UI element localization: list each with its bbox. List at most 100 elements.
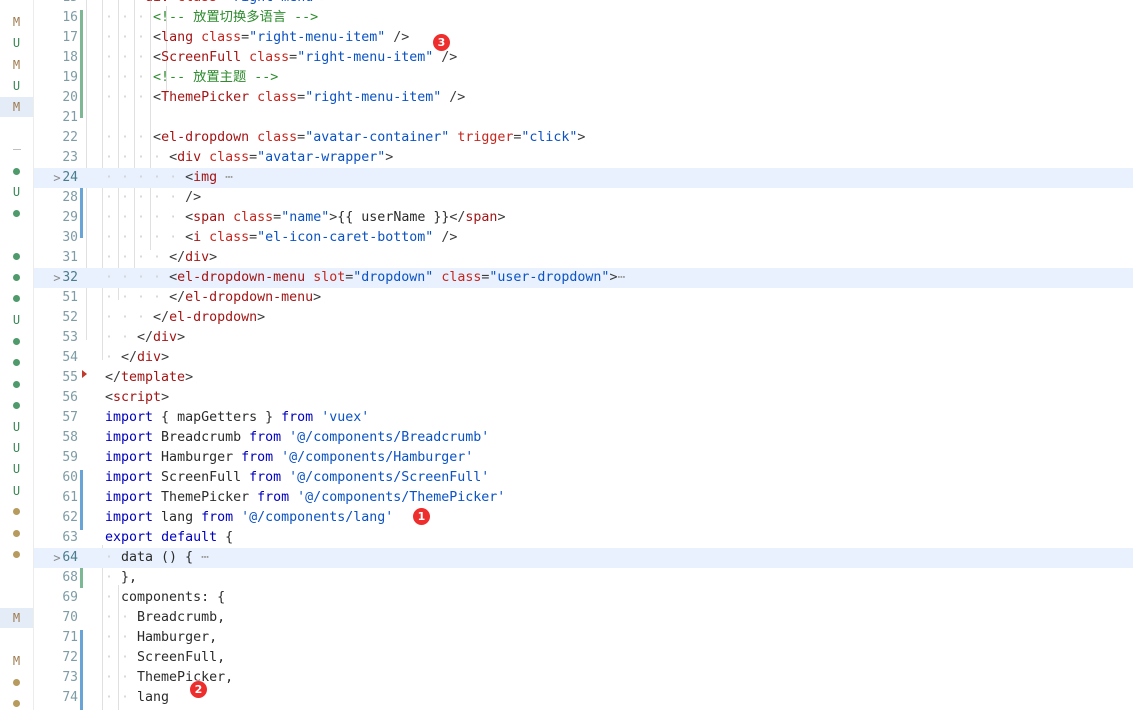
decoration-letter-u: U (12, 313, 21, 328)
code-text: · · · <!-- 放置主题 --> (105, 70, 279, 85)
dot-icon (13, 295, 20, 303)
line-number: 71 (62, 630, 78, 645)
code-line[interactable]: 29 · · · · · <span class="name">{{ userNa… (34, 208, 1133, 228)
decoration-dot-icon (0, 332, 33, 352)
decoration-letter-m: M (12, 15, 21, 29)
code-line[interactable]: 57 import { mapGetters } from 'vuex' (34, 408, 1133, 428)
code-text: · · · <el-dropdown class="avatar-contain… (105, 130, 586, 145)
decoration-dot-icon (0, 694, 33, 710)
code-line[interactable]: 17 · · · <lang class="right-menu-item" /> (34, 28, 1133, 48)
code-line[interactable]: 54 · </div> (34, 348, 1133, 368)
code-line[interactable]: 18 · · · <ScreenFull class="right-menu-it… (34, 48, 1133, 68)
dot-icon (13, 551, 20, 558)
decoration-letter-u: U (12, 36, 21, 51)
code-text: · · · </el-dropdown> (105, 310, 266, 325)
code-text: · · · <!-- 放置切换多语言 --> (105, 10, 319, 25)
decoration-dash-icon (0, 140, 33, 160)
code-line[interactable]: 61 import ThemePicker from '@/components/… (34, 488, 1133, 508)
line-number: 19 (62, 70, 78, 85)
decoration-blank (0, 119, 33, 139)
code-line[interactable]: 58 import Breadcrumb from '@/components/B… (34, 428, 1133, 448)
line-number: 31 (62, 250, 78, 265)
line-number: 54 (62, 350, 78, 365)
code-text: import { mapGetters } from 'vuex' (105, 410, 370, 425)
code-text: import ScreenFull from '@/components/Scr… (105, 470, 490, 485)
code-text: · · lang (105, 690, 170, 705)
code-text: · · </div> (105, 330, 186, 345)
code-text: · · · · <div class="avatar-wrapper"> (105, 150, 394, 165)
line-number: 58 (62, 430, 78, 445)
code-line[interactable]: 19 · · · <!-- 放置主题 --> (34, 68, 1133, 88)
code-text: · </div> (105, 350, 170, 365)
code-text: · · ThemePicker, (105, 670, 234, 685)
line-number: 72 (62, 650, 78, 665)
code-line[interactable]: 30 · · · · · <i class="el-icon-caret-bott… (34, 228, 1133, 248)
decoration-letter-u: U (12, 441, 21, 455)
code-line[interactable]: 52 · · · </el-dropdown> (34, 308, 1133, 328)
decoration-blank (0, 630, 33, 650)
code-line[interactable]: 56 <script> (34, 388, 1133, 408)
dot-icon (13, 529, 20, 537)
decoration-letter-u: U (12, 185, 21, 200)
code-line[interactable]: 28 · · · · · /> (34, 188, 1133, 208)
dot-icon (13, 252, 20, 260)
code-line[interactable]: 21 (34, 108, 1133, 128)
editor-surface[interactable]: 15 · · <div class="right-menu"> 16 · · · <!… (34, 0, 1133, 710)
overview-decoration-strip[interactable]: MUMUMUUUUUUMM (0, 0, 33, 710)
code-line[interactable]: 24 > · · · · · <img ⋯ (34, 168, 1133, 188)
code-line[interactable]: 68 · }, (34, 568, 1133, 588)
code-line[interactable]: 55 </template> (34, 368, 1133, 388)
code-text: import ThemePicker from '@/components/Th… (105, 490, 506, 505)
code-line[interactable]: 70 · · Breadcrumb, (34, 608, 1133, 628)
decoration-letter-m: M (0, 97, 33, 118)
code-text: · · · · </div> (105, 250, 218, 265)
decoration-letter-u: U (12, 78, 21, 93)
line-number: 62 (62, 510, 78, 525)
annotation-badge-1: 1 (413, 508, 430, 525)
line-number: 53 (62, 330, 78, 345)
decoration-blank (0, 566, 33, 586)
decoration-dot-icon (0, 246, 33, 266)
code-line[interactable]: 60 import ScreenFull from '@/components/S… (34, 468, 1133, 488)
code-line[interactable]: 15 · · <div class="right-menu"> (34, 0, 1133, 8)
dot-icon (13, 274, 20, 282)
code-line[interactable]: 51 · · · · </el-dropdown-menu> (34, 288, 1133, 308)
code-line[interactable]: 32 > · · · · <el-dropdown-menu slot="dropd… (34, 268, 1133, 288)
fold-chevron-icon[interactable]: > (50, 268, 64, 288)
code-text: · · · <ThemePicker class="right-menu-ite… (105, 90, 466, 105)
decoration-letter-m: M (12, 654, 21, 668)
decoration-dot-icon (0, 523, 33, 543)
line-number: 55 (62, 370, 78, 385)
code-line[interactable]: 16 · · · <!-- 放置切换多语言 --> (34, 8, 1133, 28)
line-number: 17 (62, 30, 78, 45)
code-line[interactable]: 22 · · · <el-dropdown class="avatar-conta… (34, 128, 1133, 148)
code-line[interactable]: 20 · · · <ThemePicker class="right-menu-i… (34, 88, 1133, 108)
code-line[interactable]: 63 export default { (34, 528, 1133, 548)
code-text: · data () { ⋯ (105, 550, 210, 565)
line-number: 18 (62, 50, 78, 65)
code-line[interactable]: 31 · · · · </div> (34, 248, 1133, 268)
code-text: · · Breadcrumb, (105, 610, 226, 625)
code-line[interactable]: 53 · · </div> (34, 328, 1133, 348)
code-text: · components: { (105, 590, 226, 605)
code-line[interactable]: 59 import Hamburger from '@/components/Ha… (34, 448, 1133, 468)
decoration-dot-icon (0, 268, 33, 288)
code-line[interactable]: 23 · · · · <div class="avatar-wrapper"> (34, 148, 1133, 168)
code-text: export default { (105, 530, 234, 545)
fold-chevron-icon[interactable]: > (50, 548, 64, 568)
code-line[interactable]: 71 · · Hamburger, (34, 628, 1133, 648)
line-number: 63 (62, 530, 78, 545)
code-line[interactable]: 72 · · ScreenFull, (34, 648, 1133, 668)
code-line[interactable]: 64 > · data () { ⋯ (34, 548, 1133, 568)
code-text: · }, (105, 570, 138, 585)
dot-icon (13, 338, 20, 345)
dash-icon (12, 149, 21, 151)
code-text: import Hamburger from '@/components/Hamb… (105, 450, 474, 465)
fold-chevron-icon[interactable]: > (50, 168, 64, 188)
decoration-blank (0, 225, 33, 245)
decoration-letter-u: U (12, 483, 21, 498)
code-line[interactable]: 69 · components: { (34, 588, 1133, 608)
decoration-letter-u: U (12, 419, 21, 434)
line-number: 16 (62, 10, 78, 25)
code-line[interactable]: 62 import lang from '@/components/lang' (34, 508, 1133, 528)
